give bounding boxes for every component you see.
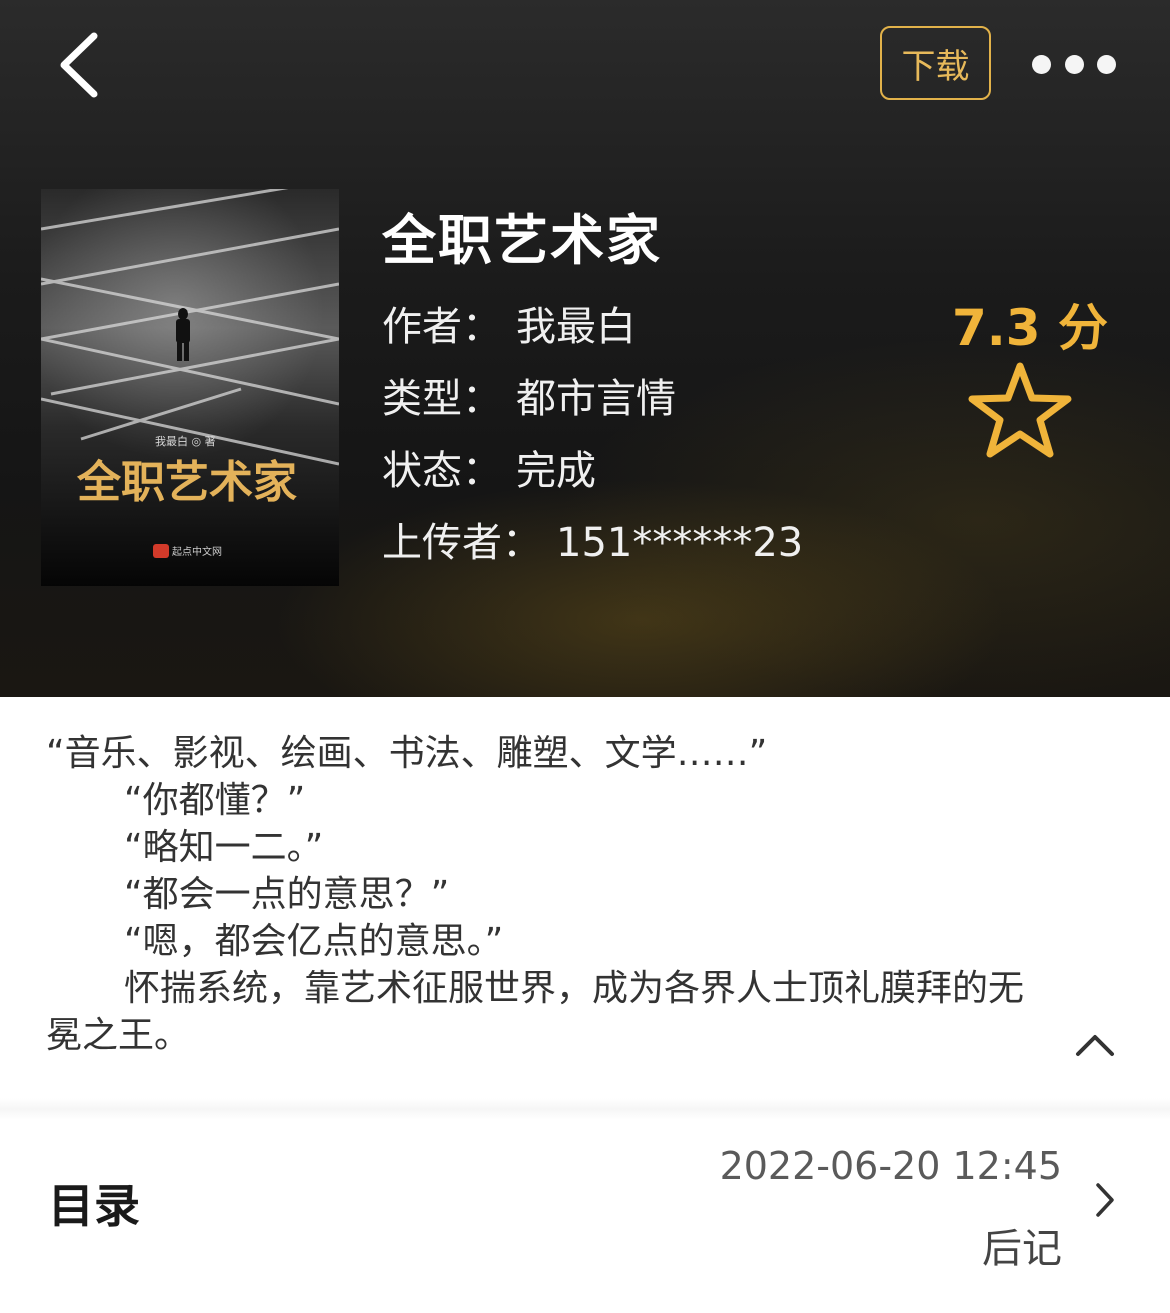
- cover-title-text: 全职艺术家: [76, 457, 297, 508]
- cover-publisher-text: 起点中文网: [172, 545, 222, 558]
- more-dot: [1064, 54, 1084, 74]
- rating-score: 7.3 分: [952, 299, 1108, 357]
- book-synopsis: “音乐、影视、绘画、书法、雕塑、文学……” “你都懂？” “略知一二。” “都会…: [46, 730, 1056, 1059]
- toc-latest-chapter: 后记: [982, 1226, 1062, 1272]
- uploader-label: 上传者：: [382, 520, 542, 566]
- more-dot: [1032, 54, 1051, 74]
- synopsis-line: “都会一点的意思？”: [124, 874, 450, 915]
- cover-author-text: 我最白 ◎ 著: [155, 434, 216, 448]
- genre-line: 类型： 都市言情: [382, 366, 676, 424]
- status-line: 状态： 完成: [382, 438, 596, 496]
- book-title: 全职艺术家: [382, 209, 662, 272]
- toc-updated-time: 2022-06-20 12:45: [719, 1144, 1062, 1188]
- book-cover-image[interactable]: 我最白 ◎ 著 全职艺术家 起点中文网: [41, 189, 339, 586]
- author-line: 作者： 我最白: [382, 294, 636, 352]
- author-value[interactable]: 我最白: [516, 304, 636, 350]
- genre-label: 类型：: [382, 376, 502, 422]
- more-options-icon[interactable]: [1032, 50, 1116, 78]
- synopsis-line: “略知一二。”: [124, 827, 324, 868]
- uploader-line: 上传者： 151******23: [382, 510, 803, 568]
- genre-value: 都市言情: [516, 376, 676, 422]
- synopsis-line: 怀揣系统，靠艺术征服世界，成为各界人士顶礼膜拜的无冕之王。: [46, 968, 1025, 1056]
- table-of-contents-row[interactable]: 目录 2022-06-20 12:45 后记: [0, 1130, 1170, 1280]
- toc-title: 目录: [48, 1179, 140, 1233]
- uploader-value: 151******23: [556, 520, 804, 566]
- synopsis-line: “你都懂？”: [124, 780, 306, 821]
- download-button[interactable]: 下载: [880, 26, 991, 100]
- section-divider: [0, 1098, 1170, 1120]
- chevron-right-icon: [1096, 1183, 1114, 1217]
- more-dot: [1097, 54, 1116, 74]
- synopsis-line: “音乐、影视、绘画、书法、雕塑、文学……”: [46, 733, 768, 774]
- collapse-chevron-up-icon[interactable]: [1072, 1028, 1118, 1062]
- back-chevron-left-icon[interactable]: [56, 30, 106, 100]
- book-header: 下载 我最白 ◎ 著 全职艺术家 起点中文网 全职艺术家 作者： 我最白 类型：…: [0, 0, 1170, 697]
- synopsis-line: “嗯，都会亿点的意思。”: [124, 921, 504, 962]
- status-value: 完成: [516, 448, 596, 494]
- status-label: 状态：: [382, 448, 502, 494]
- author-label: 作者：: [382, 304, 502, 350]
- star-icon[interactable]: [962, 362, 1078, 458]
